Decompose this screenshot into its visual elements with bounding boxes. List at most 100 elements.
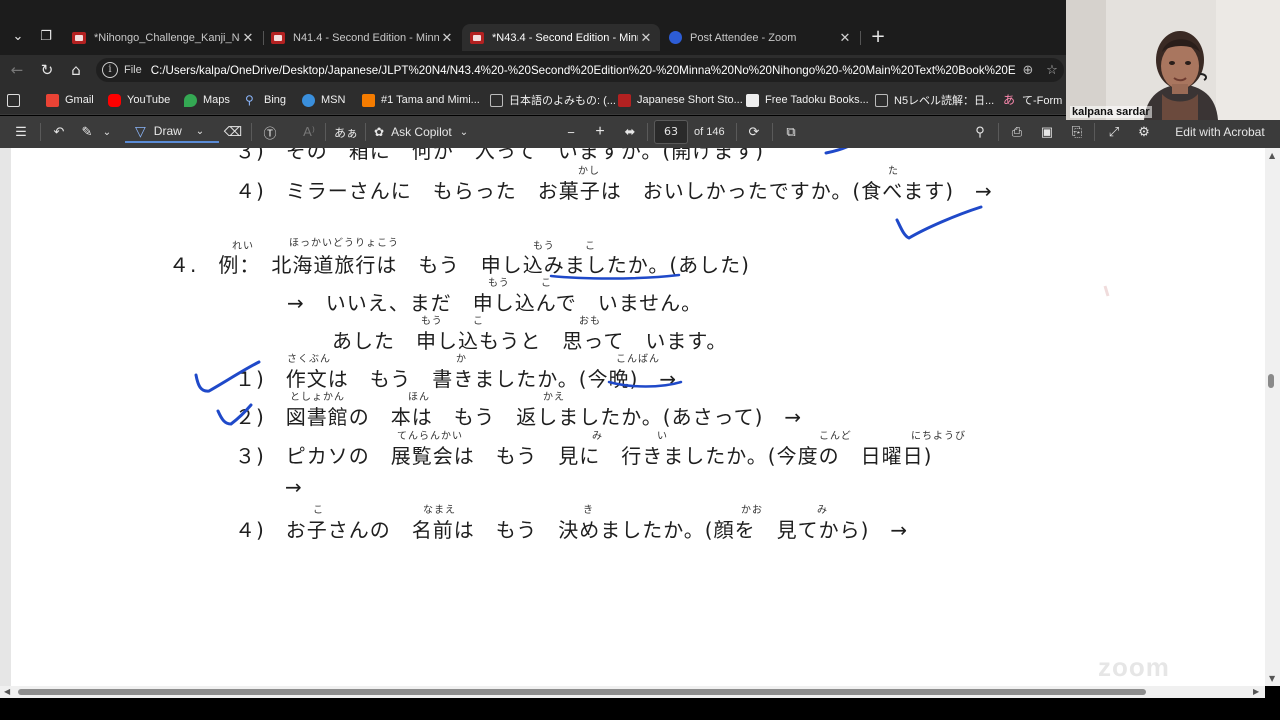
settings-gear-icon[interactable]: ⚙	[1133, 121, 1155, 143]
underline-annotation	[549, 273, 681, 280]
ask-copilot-button[interactable]: ✿ Ask Copilot ⌄	[374, 121, 478, 143]
toolbar-divider	[251, 123, 252, 141]
pdf-file-icon	[271, 31, 285, 44]
draw-button[interactable]: ▽ Draw ⌄	[125, 121, 219, 143]
copilot-label: Ask Copilot	[391, 125, 452, 139]
edit-with-acrobat-button[interactable]: Edit with Acrobat	[1170, 121, 1270, 143]
close-icon[interactable]: ✕	[439, 30, 455, 46]
read-aloud-icon[interactable]: A⁾	[298, 121, 320, 143]
text-size-button[interactable]: あぁ	[333, 121, 359, 143]
webcam-video	[1066, 0, 1280, 120]
vertical-scroll-thumb[interactable]	[1268, 374, 1274, 388]
tab-zoom[interactable]: Post Attendee - Zoom ✕	[661, 24, 859, 51]
close-icon[interactable]: ✕	[638, 30, 654, 46]
bookmark-bing[interactable]: ⚲ Bing	[245, 90, 286, 110]
search-icon[interactable]: ⚲	[969, 121, 991, 143]
save-icon[interactable]: ▣	[1036, 121, 1058, 143]
collections-icon[interactable]	[7, 90, 26, 110]
page-icon	[490, 93, 503, 107]
save-as-icon[interactable]: ⎘	[1066, 121, 1088, 143]
undo-icon[interactable]: ↶	[48, 121, 70, 143]
vertical-scrollbar[interactable]	[1265, 148, 1280, 686]
bookmark-label: MSN	[321, 94, 346, 106]
bookmark-gmail[interactable]: Gmail	[46, 90, 94, 110]
zoom-magnifier-icon[interactable]: ⊕	[1016, 63, 1040, 78]
pen-icon: ▽	[135, 122, 146, 139]
toolbar-divider	[736, 123, 737, 141]
fit-page-icon[interactable]: ⬌	[619, 121, 641, 143]
info-icon[interactable]: i	[102, 62, 118, 78]
bookmark-label: Bing	[264, 94, 287, 106]
pdf-icon	[618, 93, 631, 107]
bookmark-tadoku[interactable]: Free Tadoku Books...	[746, 90, 869, 110]
toolbar-divider	[1094, 123, 1095, 141]
scroll-up-arrow-icon[interactable]: ▲	[1269, 151, 1275, 160]
zoom-out-icon[interactable]: −	[560, 121, 582, 143]
page-number-input[interactable]: 63	[654, 120, 688, 144]
tab-title: *Nihongo_Challenge_Kanji_N4-N3	[94, 31, 240, 44]
bookmark-n5-dokkai[interactable]: N5レベル読解：日...	[875, 90, 994, 110]
tab-actions-chevron-icon[interactable]: ⌄	[5, 27, 31, 47]
bookmark-short-stories[interactable]: Japanese Short Sto...	[618, 90, 743, 110]
tab-title: *N43.4 - Second Edition - Minna No	[492, 31, 638, 44]
page-view-icon[interactable]: ⧉	[780, 121, 802, 143]
zoom-in-icon[interactable]: +	[589, 121, 611, 143]
print-icon[interactable]: ⎙	[1006, 121, 1028, 143]
checkmark-annotation	[895, 205, 983, 240]
bookmark-tama-mimi[interactable]: #1 Tama and Mimi...	[362, 90, 480, 110]
favorite-star-icon[interactable]: ☆	[1040, 63, 1064, 78]
tab-title: N41.4 - Second Edition - Minna No	[293, 31, 439, 44]
new-tab-plus-icon[interactable]: +	[865, 27, 891, 47]
bookmark-msn[interactable]: MSN	[302, 90, 345, 110]
checkmark-annotation	[194, 360, 261, 393]
scroll-left-arrow-icon[interactable]: ◀	[4, 687, 10, 696]
bookmark-label: Gmail	[65, 94, 94, 106]
bottom-bar	[0, 698, 1280, 720]
participant-name: kalpana sardar	[1070, 106, 1152, 118]
zoom-icon	[669, 31, 682, 44]
close-icon[interactable]: ✕	[837, 30, 853, 46]
scroll-down-arrow-icon[interactable]: ▼	[1269, 674, 1275, 683]
home-icon[interactable]: ⌂	[66, 60, 86, 80]
tab-divider	[860, 31, 861, 45]
underline-annotation	[607, 380, 683, 388]
bookmark-yomimono[interactable]: 日本語のよみもの: (...	[490, 90, 616, 110]
tab-n43-4-active[interactable]: *N43.4 - Second Edition - Minna No ✕	[462, 24, 660, 51]
highlight-icon[interactable]: ✎	[76, 121, 98, 143]
eraser-icon[interactable]: ⌫	[222, 121, 244, 143]
highlight-chevron-icon[interactable]: ⌄	[100, 121, 114, 143]
tab-n41-4[interactable]: N41.4 - Second Edition - Minna No ✕	[263, 24, 461, 51]
scroll-right-arrow-icon[interactable]: ▶	[1253, 687, 1259, 696]
checkmark-annotation	[216, 403, 253, 426]
page-total: of 146	[694, 126, 725, 138]
draw-label: Draw	[153, 124, 182, 138]
text-box-icon[interactable]: Ⓣ	[259, 121, 281, 143]
toolbar-divider	[40, 123, 41, 141]
fullscreen-icon[interactable]: ⤢	[1103, 121, 1125, 143]
rotate-icon[interactable]: ⟳	[743, 121, 765, 143]
book-icon	[746, 93, 759, 107]
toolbar-divider	[365, 123, 366, 141]
workspaces-icon[interactable]: ❐	[33, 27, 59, 47]
back-arrow-icon[interactable]: ←	[7, 60, 27, 80]
toolbar-divider	[647, 123, 648, 141]
bing-icon: ⚲	[245, 92, 254, 107]
bookmark-maps[interactable]: Maps	[184, 90, 230, 110]
tab-nihongo-challenge[interactable]: *Nihongo_Challenge_Kanji_N4-N3 ✕	[64, 24, 262, 51]
bookmark-youtube[interactable]: YouTube	[108, 90, 170, 110]
file-scheme-label: File	[124, 64, 142, 76]
gmail-icon	[46, 93, 59, 107]
toolbar-divider	[325, 123, 326, 141]
address-bar[interactable]: i File C:/Users/kalpa/OneDrive/Desktop/J…	[96, 58, 1064, 82]
copilot-icon: ✿	[374, 125, 385, 139]
contents-list-icon[interactable]: ☰	[10, 121, 32, 143]
msn-icon	[302, 93, 315, 107]
page-scan-mark	[1103, 285, 1110, 297]
bookmark-label: Free Tadoku Books...	[765, 94, 869, 106]
reload-icon[interactable]: ↻	[37, 60, 57, 80]
url-text[interactable]: C:/Users/kalpa/OneDrive/Desktop/Japanese…	[151, 64, 1016, 77]
close-icon[interactable]: ✕	[240, 30, 256, 46]
pdf-page: ３) その 箱に 何か 入って いますか。(開けます) かし た ４) ミラーさ…	[11, 148, 1265, 686]
chevron-down-icon: ⌄	[195, 125, 205, 137]
horizontal-scroll-thumb[interactable]	[18, 689, 1146, 695]
